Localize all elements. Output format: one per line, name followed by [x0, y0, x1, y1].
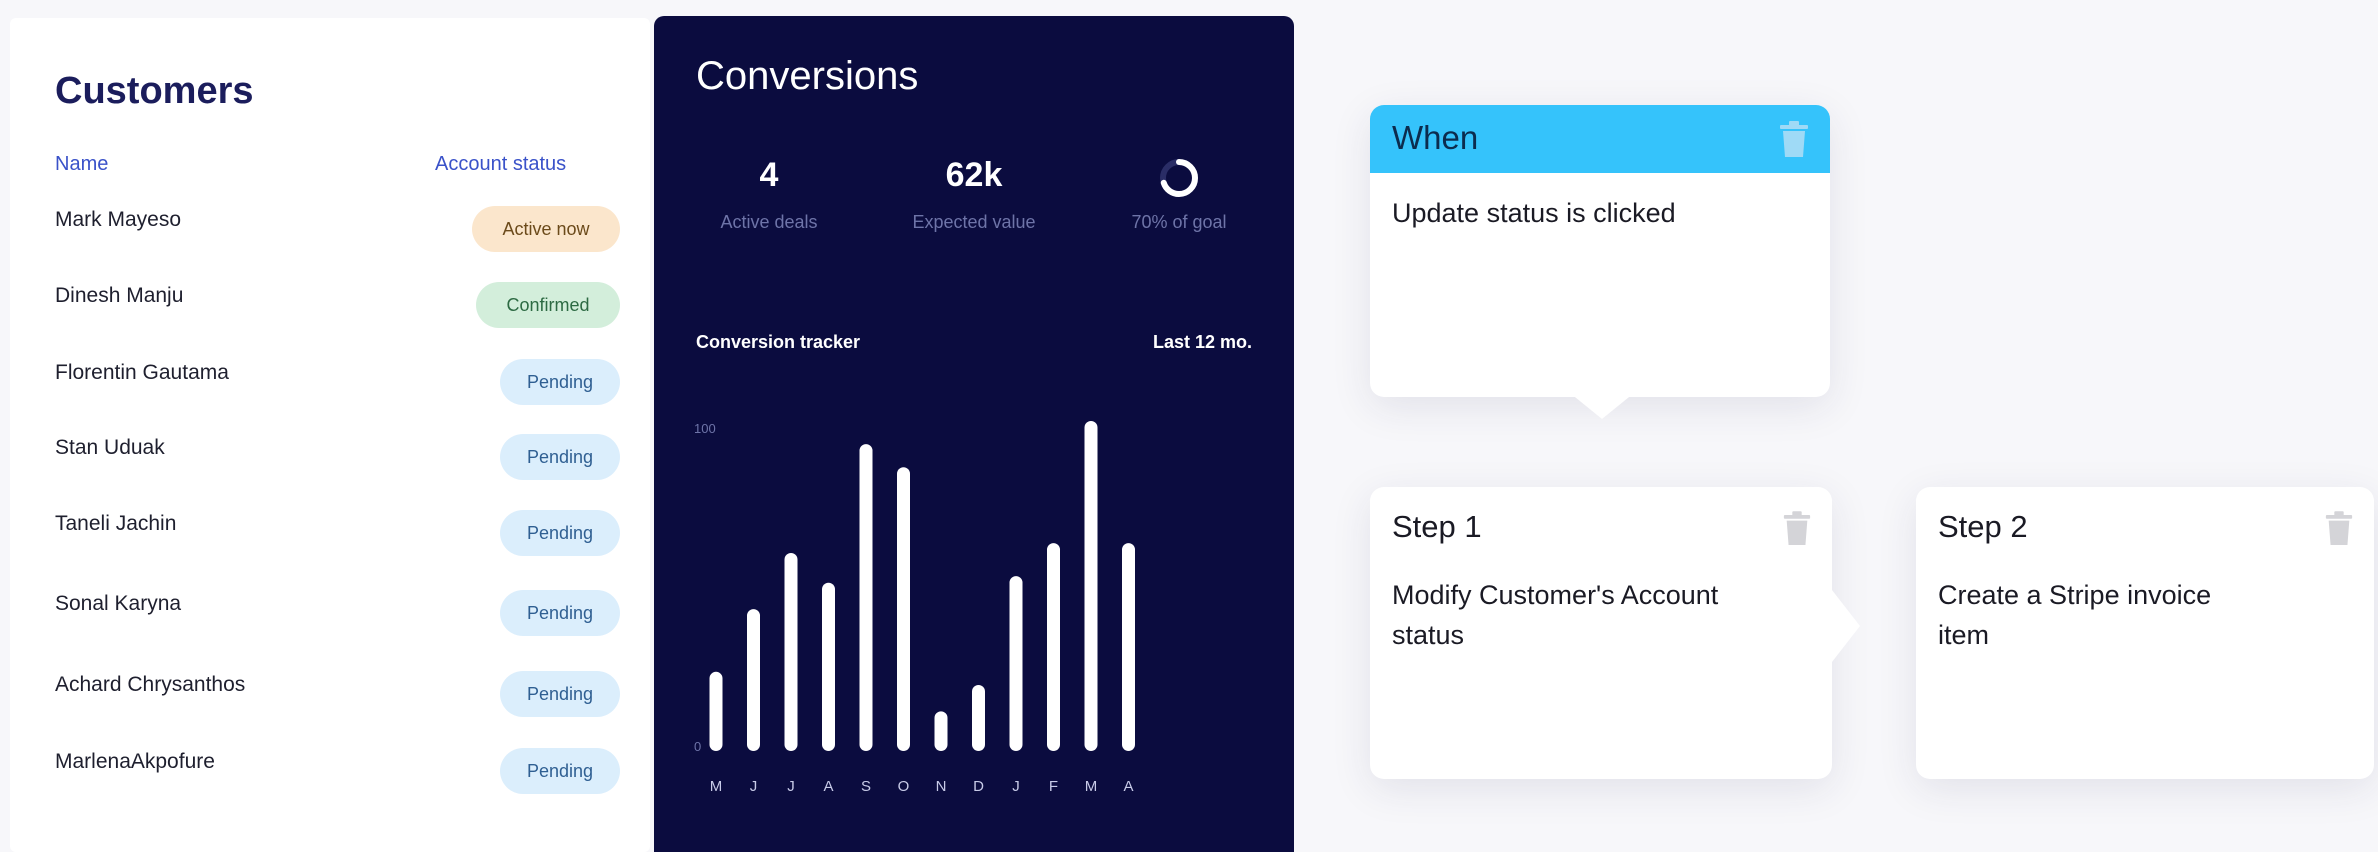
status-badge: Active now: [472, 206, 620, 252]
trash-icon[interactable]: [2324, 511, 2354, 552]
chart-bar: [934, 711, 948, 751]
name-column-header[interactable]: Name: [55, 153, 108, 176]
active-deals-stat: 4 Active deals: [674, 156, 864, 233]
status-badge: Pending: [500, 748, 620, 794]
customers-title: Customers: [55, 70, 254, 112]
x-tick-label: O: [898, 778, 910, 795]
trash-icon[interactable]: [1778, 121, 1810, 164]
status-badge: Confirmed: [476, 282, 620, 328]
goal-label: 70% of goal: [1131, 212, 1227, 232]
step-2-description: Create a Stripe invoice item: [1938, 580, 2212, 650]
chart-bar: [1122, 543, 1135, 751]
x-tick-label: F: [1049, 778, 1058, 795]
chart-bar: [784, 553, 798, 751]
when-card-pointer: [1570, 393, 1634, 419]
customer-row[interactable]: MarlenaAkpofure Pending: [10, 748, 650, 810]
status-badge: Pending: [500, 359, 620, 405]
customer-name: Taneli Jachin: [55, 512, 177, 535]
customer-name: Mark Mayeso: [55, 208, 182, 231]
status-badge: Pending: [500, 434, 620, 480]
customers-panel: Customers Name Account status Mark Mayes…: [10, 18, 650, 852]
workspace: Customers Name Account status Mark Mayes…: [0, 0, 2378, 852]
x-tick-label: S: [861, 778, 871, 795]
step-connector-arrow: [1832, 590, 1860, 662]
conversion-bar-chart: 0 100 M J J A S O N D J F M A: [694, 421, 1135, 795]
customer-row[interactable]: Dinesh Manju Confirmed: [10, 282, 650, 344]
y-tick-max: 100: [694, 421, 716, 436]
expected-value-stat: 62k Expected value: [879, 156, 1069, 233]
progress-ring-icon: [1157, 156, 1201, 200]
expected-value-value: 62k: [945, 156, 1003, 194]
customer-row[interactable]: Mark Mayeso Active now: [10, 206, 650, 268]
expected-value-label: Expected value: [912, 212, 1036, 232]
account-status-column-header[interactable]: Account status: [435, 153, 566, 176]
conversion-tracker-label: Conversion tracker: [696, 332, 861, 352]
customer-name: MarlenaAkpofure: [55, 750, 215, 773]
chart-bar: [897, 467, 910, 751]
customer-row[interactable]: Achard Chrysanthos Pending: [10, 671, 650, 733]
x-tick-label: A: [1123, 778, 1133, 795]
customer-name: Stan Uduak: [55, 436, 165, 459]
step-2-title: Step 2: [1938, 509, 2028, 544]
when-description: Update status is clicked: [1392, 198, 1676, 228]
customer-row[interactable]: Taneli Jachin Pending: [10, 510, 650, 572]
customer-name: Dinesh Manju: [55, 284, 184, 307]
chart-bar: [859, 444, 873, 751]
status-badge: Pending: [500, 671, 620, 717]
x-tick-label: J: [787, 778, 795, 795]
active-deals-value: 4: [759, 156, 779, 194]
when-title: When: [1392, 119, 1479, 156]
status-badge: Pending: [500, 590, 620, 636]
x-tick-label: D: [973, 778, 984, 795]
goal-stat: 70% of goal: [1084, 156, 1274, 233]
step-2-card[interactable]: Step 2 Create a Stripe invoice item: [1916, 487, 2374, 779]
status-badge: Pending: [500, 510, 620, 556]
customer-name: Achard Chrysanthos: [55, 673, 246, 696]
customer-row[interactable]: Florentin Gautama Pending: [10, 359, 650, 421]
conversions-title: Conversions: [696, 54, 919, 98]
step-1-title: Step 1: [1392, 509, 1482, 544]
step-1-card[interactable]: Step 1 Modify Customer's Account status: [1370, 487, 1832, 779]
x-tick-label: A: [823, 778, 833, 795]
customer-name: Florentin Gautama: [55, 361, 229, 384]
customer-row[interactable]: Sonal Karyna Pending: [10, 590, 650, 652]
chart-bar: [1009, 576, 1023, 751]
chart-bar: [822, 582, 835, 751]
active-deals-label: Active deals: [720, 212, 818, 232]
customer-name: Sonal Karyna: [55, 592, 182, 615]
customer-row[interactable]: Stan Uduak Pending: [10, 434, 650, 496]
x-tick-label: M: [710, 778, 723, 795]
chart-bar: [747, 609, 760, 751]
x-tick-label: M: [1085, 778, 1098, 795]
chart-bar: [1047, 543, 1060, 751]
conversions-panel: Conversions 4 Active deals 62k Expected …: [654, 16, 1294, 852]
x-tick-label: J: [1012, 778, 1020, 795]
chart-bar: [709, 671, 723, 751]
trash-icon[interactable]: [1782, 511, 1812, 552]
y-tick-min: 0: [694, 739, 701, 754]
when-trigger-card[interactable]: When Update status is clicked: [1370, 105, 1830, 397]
chart-bar: [972, 685, 985, 751]
x-tick-label: J: [750, 778, 758, 795]
step-1-description: Modify Customer's Account status: [1392, 580, 1719, 650]
tracker-range-selector[interactable]: Last 12 mo.: [1153, 332, 1252, 353]
chart-bar: [1084, 421, 1098, 751]
x-tick-label: N: [936, 778, 947, 795]
when-header: When: [1370, 105, 1830, 173]
